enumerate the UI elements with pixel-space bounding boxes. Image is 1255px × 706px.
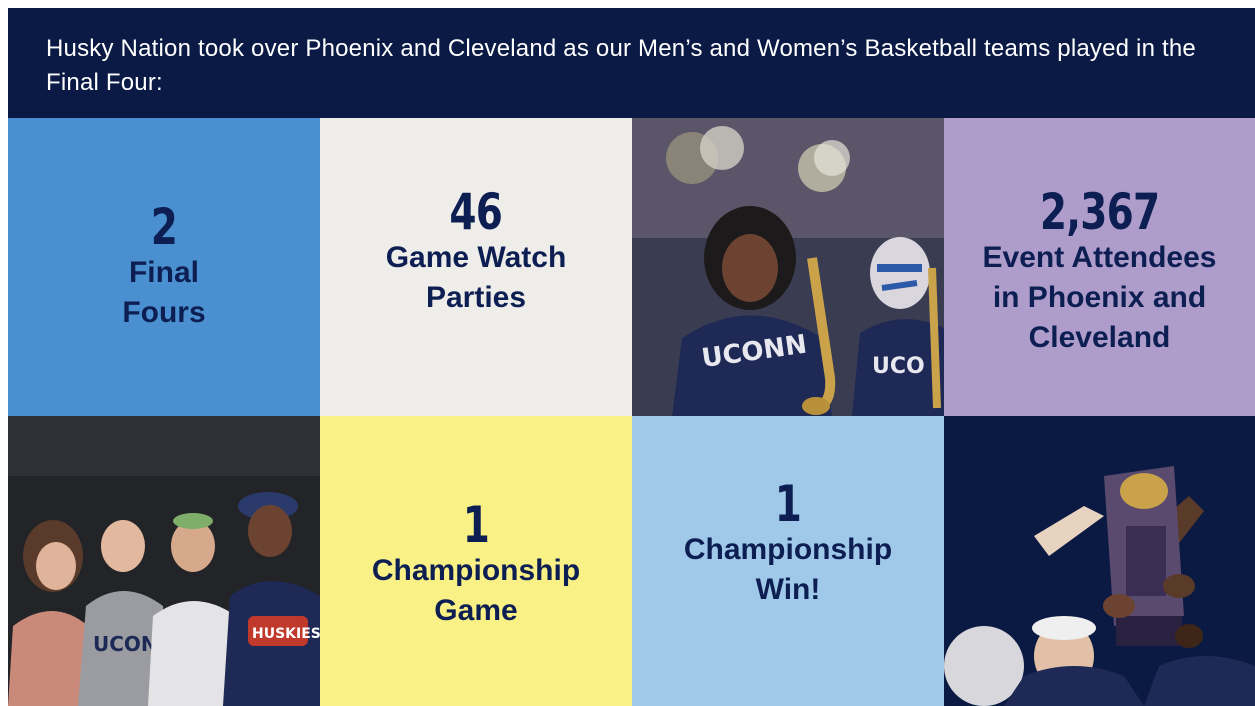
- stat-number: 1: [462, 496, 490, 554]
- stat-label: Game Watch Parties: [385, 241, 567, 314]
- infographic: Husky Nation took over Phoenix and Cleve…: [8, 8, 1255, 706]
- fans-image: UCONN HUSKIES: [8, 416, 320, 706]
- stat-label: Championship Game: [371, 554, 581, 627]
- stat-label: Championship Win!: [683, 533, 893, 606]
- stat-label: Event Attendees in Phoenix and Cleveland: [982, 241, 1217, 354]
- stat-label: Final Fours: [122, 256, 206, 329]
- stat-number: 2: [150, 198, 178, 256]
- svg-text:UCO: UCO: [872, 354, 925, 379]
- trophy-photo: [944, 416, 1255, 706]
- stats-grid: 2 Final Fours 46 Game Watch Parties UCON…: [8, 118, 1255, 706]
- stat-number: 2,367: [1039, 183, 1160, 241]
- stat-tile-attendees: 2,367 Event Attendees in Phoenix and Cle…: [944, 118, 1255, 416]
- svg-text:HUSKIES: HUSKIES: [252, 626, 320, 642]
- stat-tile-watch-parties: 46 Game Watch Parties: [320, 118, 632, 416]
- trophy-image: [944, 416, 1255, 706]
- pep-band-image: UCONN UCO: [632, 118, 944, 416]
- stat-number: 1: [774, 475, 802, 533]
- pep-band-photo: UCONN UCO: [632, 118, 944, 416]
- stat-tile-championship-game: 1 Championship Game: [320, 416, 632, 706]
- intro-text: Husky Nation took over Phoenix and Cleve…: [46, 35, 1196, 96]
- stat-tile-championship-win: 1 Championship Win!: [632, 416, 944, 706]
- stat-tile-final-fours: 2 Final Fours: [8, 118, 320, 416]
- intro-banner: Husky Nation took over Phoenix and Cleve…: [8, 8, 1255, 118]
- stat-number: 46: [449, 183, 503, 241]
- fans-photo: UCONN HUSKIES: [8, 416, 320, 706]
